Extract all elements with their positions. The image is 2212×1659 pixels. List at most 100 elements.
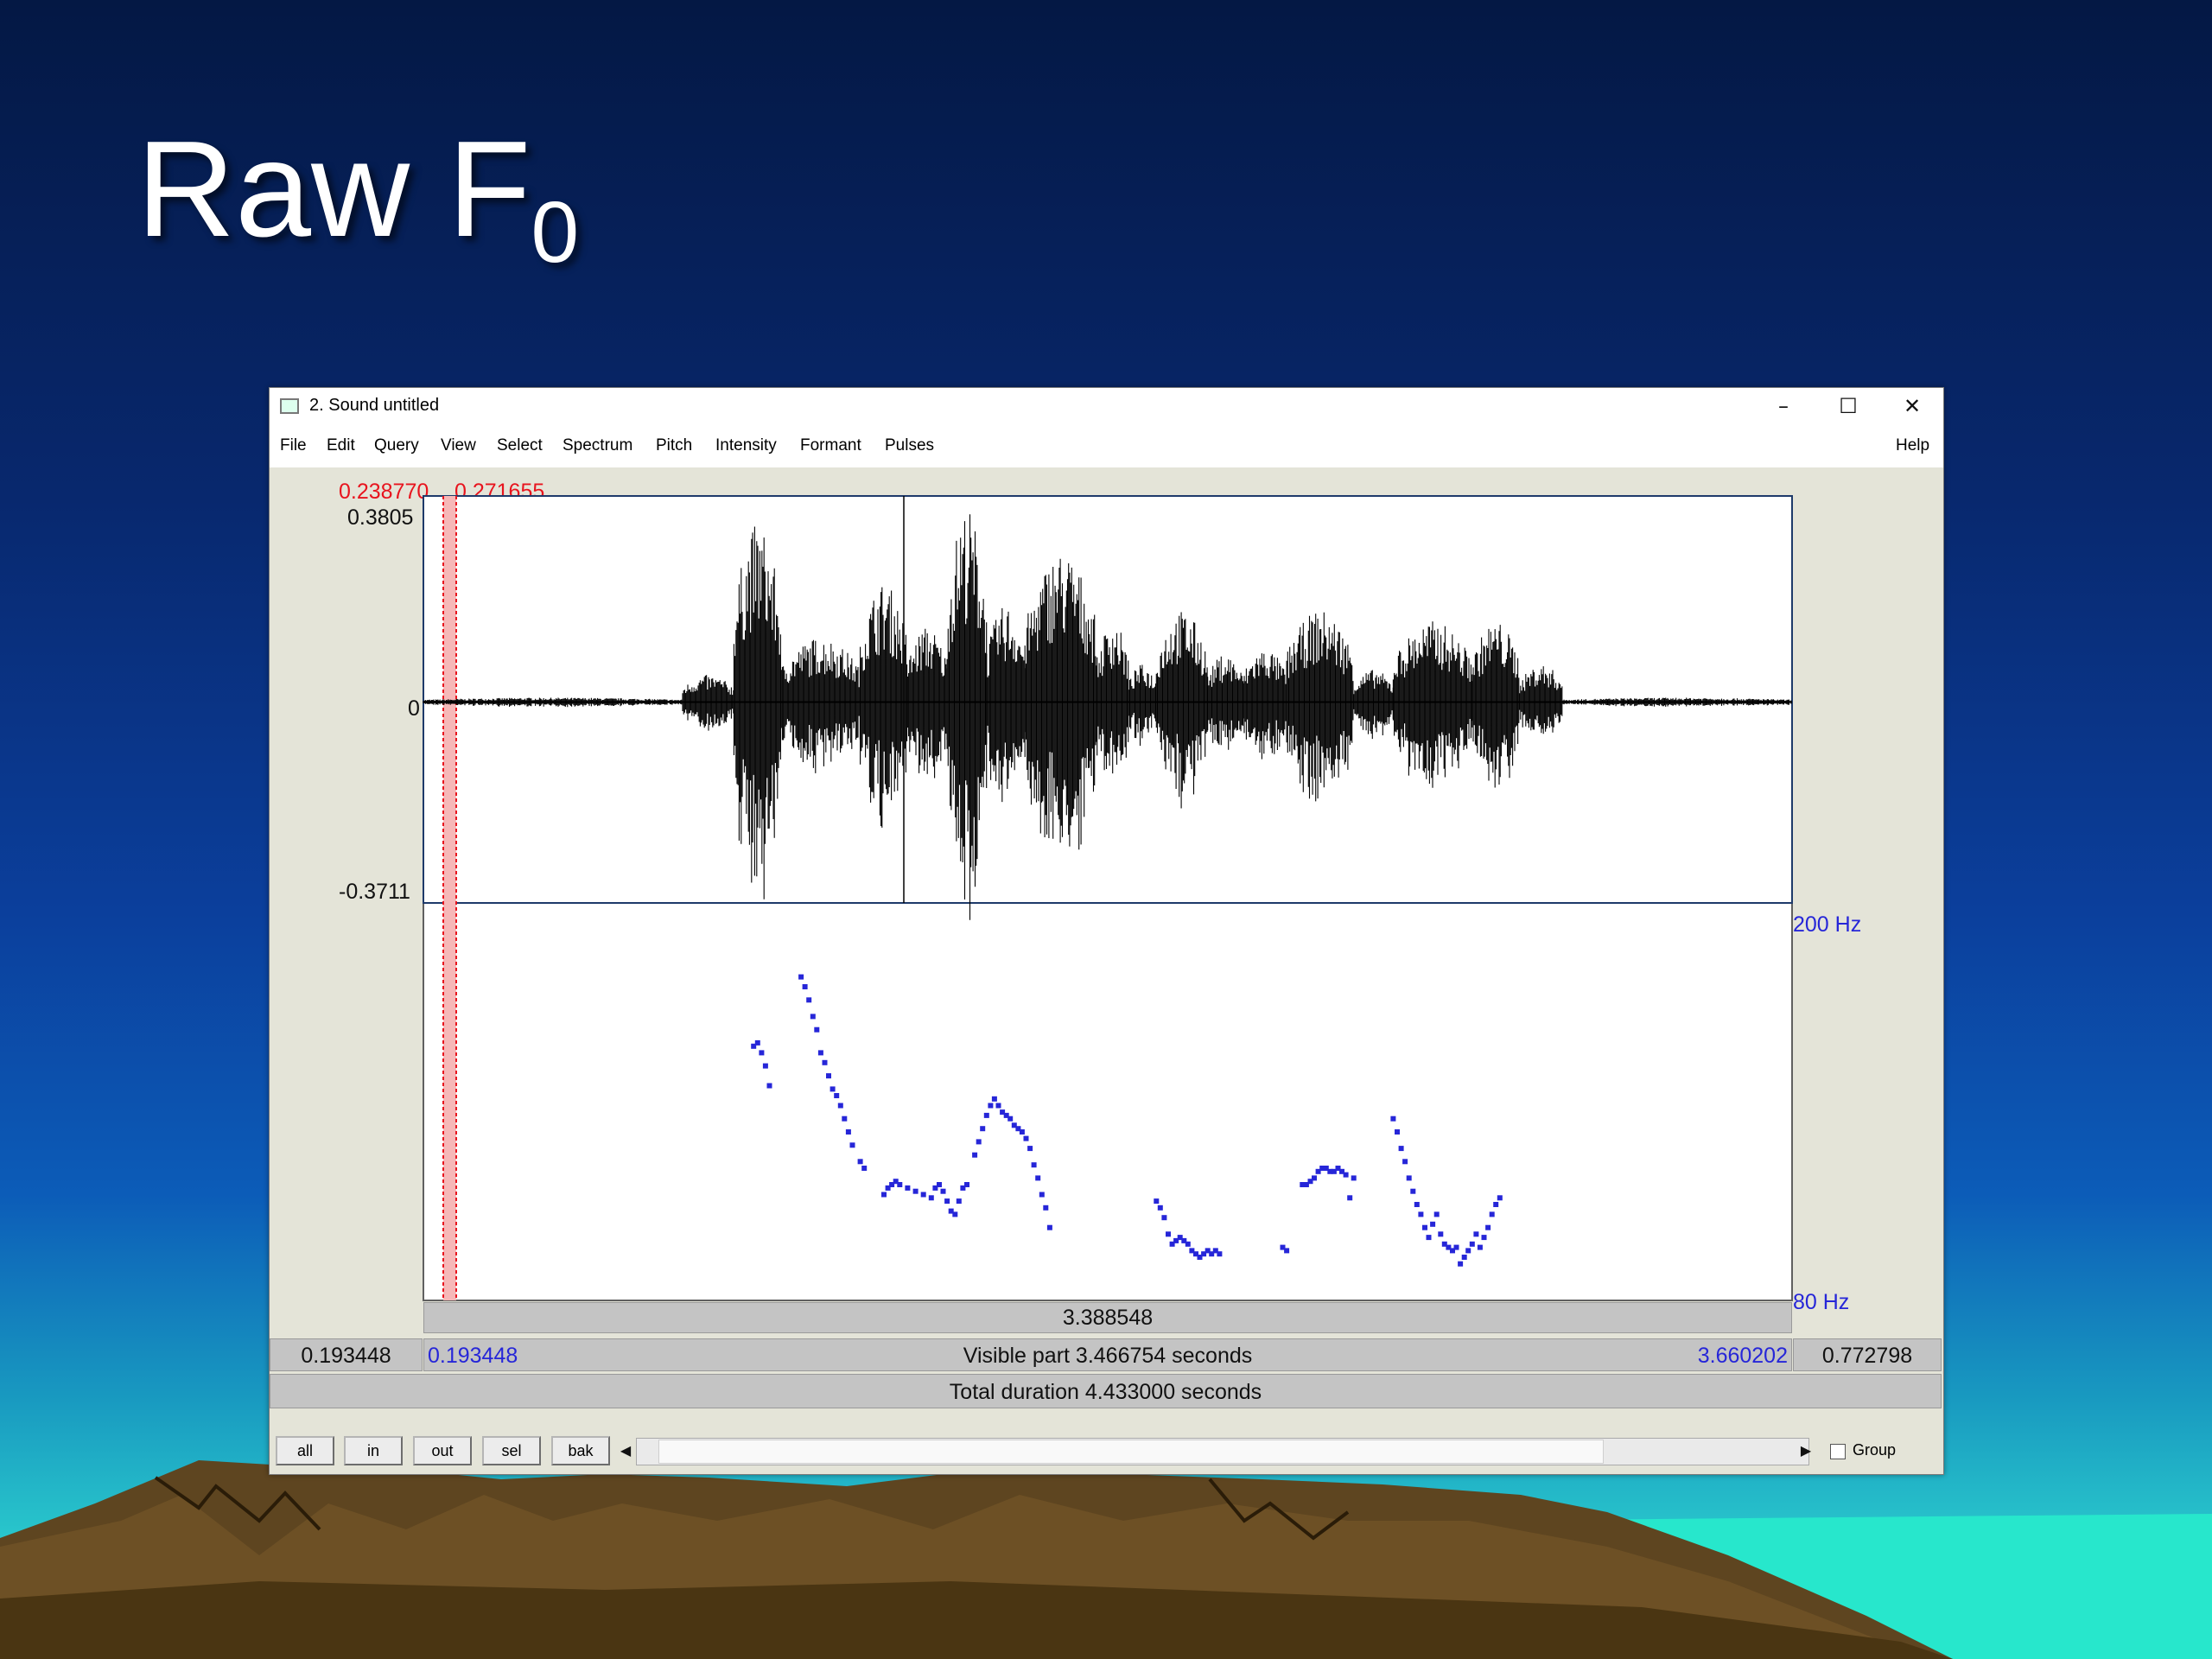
minimize-button[interactable]: –	[1753, 388, 1814, 424]
window-left-bar[interactable]: 0.193448	[270, 1338, 423, 1371]
pitch-point-75	[1217, 1251, 1223, 1257]
pitch-point-102	[1430, 1221, 1436, 1227]
pitch-point-104	[1438, 1231, 1444, 1237]
pitch-point-9	[814, 1027, 820, 1033]
pitch-point-90	[1347, 1195, 1353, 1201]
pitch-point-51	[1019, 1129, 1025, 1135]
pitch-point-19	[857, 1159, 863, 1165]
pitch-point-77	[1284, 1248, 1290, 1254]
pitch-point-103	[1433, 1211, 1440, 1217]
pitch-point-95	[1402, 1159, 1408, 1165]
praat-app-icon	[280, 398, 299, 414]
slide-title: Raw F0	[137, 121, 579, 276]
pitch-point-14	[834, 1093, 840, 1098]
pitch-point-3	[762, 1063, 768, 1069]
window-titlebar[interactable]: 2. Sound untitled – ☐ ✕	[270, 388, 1943, 424]
pitch-point-53	[1027, 1146, 1033, 1152]
pitch-panel[interactable]	[423, 890, 1792, 1300]
total-duration-text: Total duration 4.433000 seconds	[949, 1380, 1262, 1404]
zoom-all-button[interactable]: all	[276, 1436, 334, 1465]
menu-view[interactable]: View	[441, 436, 476, 455]
maximize-button[interactable]: ☐	[1818, 388, 1878, 424]
scroll-right-icon[interactable]: ▶	[1796, 1438, 1816, 1465]
menu-formant[interactable]: Formant	[800, 436, 861, 455]
pitch-point-119	[1497, 1195, 1503, 1201]
pitch-point-61	[1161, 1215, 1167, 1221]
menu-pulses[interactable]: Pulses	[885, 436, 934, 455]
window-title: 2. Sound untitled	[309, 396, 440, 415]
pitch-point-100	[1422, 1224, 1427, 1230]
pitch-point-2	[759, 1050, 765, 1056]
pitch-point-111	[1465, 1248, 1471, 1254]
pitch-point-31	[937, 1182, 942, 1187]
pitch-point-43	[988, 1103, 994, 1109]
scroll-left-icon[interactable]: ◀	[615, 1438, 636, 1465]
pitch-point-117	[1489, 1211, 1495, 1217]
editor-area: 0.238770 0.271655 0.3805 0 -0.3711 200 H…	[270, 467, 1943, 1474]
selection-highlight	[443, 496, 456, 1300]
menu-query[interactable]: Query	[374, 436, 419, 455]
window-right-bar[interactable]: 0.772798	[1793, 1338, 1942, 1371]
pitch-point-59	[1154, 1198, 1160, 1205]
pitch-point-38	[964, 1182, 969, 1187]
group-checkbox[interactable]	[1830, 1444, 1846, 1459]
pitch-point-55	[1035, 1175, 1041, 1181]
scrollbar-thumb[interactable]	[658, 1440, 1604, 1464]
cursor-time-value: 3.388548	[1062, 1306, 1154, 1330]
pitch-point-67	[1185, 1241, 1191, 1247]
pitch-point-11	[822, 1059, 828, 1065]
pitch-point-54	[1031, 1162, 1037, 1168]
pitch-point-29	[928, 1195, 934, 1201]
pitch-point-97	[1410, 1188, 1416, 1194]
window-left-value: 0.193448	[301, 1344, 391, 1368]
pitch-point-39	[972, 1152, 978, 1158]
pitch-point-91	[1351, 1175, 1357, 1181]
pitch-point-48	[1007, 1116, 1014, 1122]
pitch-point-17	[845, 1129, 851, 1135]
pitch-point-115	[1481, 1235, 1487, 1241]
pitch-point-62	[1166, 1231, 1171, 1237]
pitch-point-8	[810, 1014, 816, 1020]
total-duration-bar[interactable]: Total duration 4.433000 seconds	[270, 1374, 1942, 1408]
pitch-point-12	[826, 1073, 831, 1079]
pitch-point-21	[881, 1192, 887, 1198]
pitch-point-94	[1398, 1146, 1404, 1152]
slide-title-main: Raw F	[137, 113, 531, 265]
pitch-point-28	[920, 1192, 926, 1198]
menu-edit[interactable]: Edit	[327, 436, 355, 455]
menu-intensity[interactable]: Intensity	[715, 436, 777, 455]
pitch-point-81	[1312, 1175, 1317, 1181]
zoom-out-button[interactable]: out	[413, 1436, 472, 1465]
zoom-back-button[interactable]: bak	[551, 1436, 610, 1465]
zoom-in-button[interactable]: in	[344, 1436, 403, 1465]
pitch-point-116	[1485, 1224, 1491, 1230]
visible-end-value: 3.660202	[1697, 1344, 1788, 1368]
menu-file[interactable]: File	[280, 436, 307, 455]
menu-pitch[interactable]: Pitch	[656, 436, 692, 455]
pitch-point-5	[798, 974, 804, 980]
pitch-point-45	[995, 1103, 1001, 1109]
close-button[interactable]: ✕	[1882, 388, 1942, 424]
menu-select[interactable]: Select	[497, 436, 543, 455]
pitch-point-13	[830, 1086, 836, 1092]
pitch-point-58	[1046, 1224, 1052, 1230]
menu-spectrum[interactable]: Spectrum	[563, 436, 632, 455]
pitch-point-4	[766, 1083, 772, 1089]
pitch-point-112	[1469, 1241, 1475, 1247]
cursor-time-bar[interactable]: 3.388548	[423, 1302, 1792, 1333]
pitch-point-1	[754, 1039, 760, 1046]
zoom-selection-button[interactable]: sel	[482, 1436, 541, 1465]
pitch-point-60	[1157, 1205, 1163, 1211]
pitch-point-41	[980, 1126, 986, 1132]
pitch-point-32	[940, 1188, 946, 1194]
pitch-point-6	[802, 984, 808, 989]
menu-help[interactable]: Help	[1896, 436, 1929, 455]
pitch-point-40	[976, 1139, 982, 1145]
group-label: Group	[1853, 1441, 1897, 1459]
pitch-point-52	[1023, 1135, 1029, 1141]
pitch-point-108	[1453, 1244, 1459, 1250]
slide-title-subscript: 0	[531, 184, 580, 281]
pitch-point-89	[1343, 1172, 1349, 1178]
visible-part-bar[interactable]: 0.193448 Visible part 3.466754 seconds 3…	[423, 1338, 1792, 1371]
